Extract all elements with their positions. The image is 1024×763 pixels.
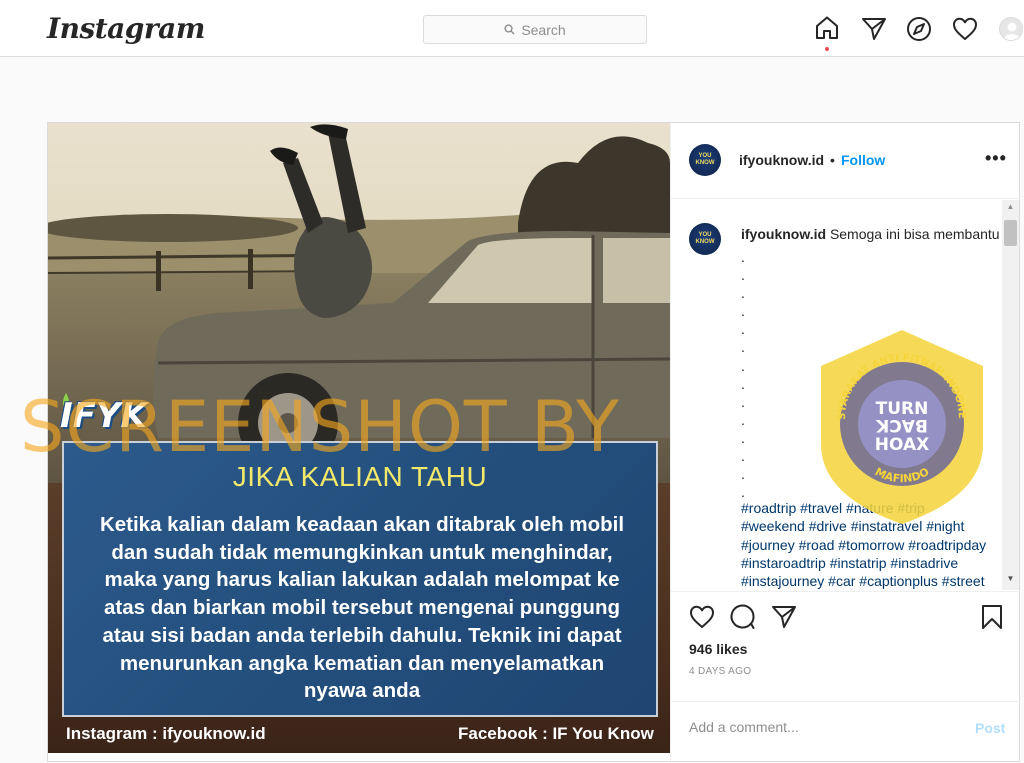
hashtag-line[interactable]: #roadtrip #travel #nature #trip xyxy=(741,499,1011,517)
caption-dot: . xyxy=(741,448,745,465)
post-image[interactable]: IFYK JIKA KALIAN TAHU Ketika kalian dala… xyxy=(48,123,670,753)
caption-dot: . xyxy=(741,393,745,410)
info-panel: JIKA KALIAN TAHU Ketika kalian dalam kea… xyxy=(62,441,658,717)
share-icon[interactable] xyxy=(771,604,797,630)
post-header: YOU KNOW ifyouknow.id • Follow ••• xyxy=(671,123,1020,199)
caption-dot: . xyxy=(741,285,745,302)
caption-dot: . xyxy=(741,357,745,374)
caption-dot: . xyxy=(741,466,745,483)
caption-text: Semoga ini bisa membantu xyxy=(829,226,1000,242)
caption-dot: . xyxy=(741,303,745,320)
caption-line: ifyouknow.id Semoga ini bisa membantu xyxy=(741,226,1000,242)
caption-dot: . xyxy=(741,411,745,428)
comment-icon[interactable] xyxy=(730,604,756,630)
user-silhouette-icon xyxy=(1004,22,1020,40)
caption-username[interactable]: ifyouknow.id xyxy=(741,226,826,242)
caption-dot: . xyxy=(741,339,745,356)
hashtag-line[interactable]: #weekend #drive #instatravel #night xyxy=(741,517,1011,535)
avatar-text-2: KNOW xyxy=(695,239,715,245)
caption-dot: . xyxy=(741,267,745,284)
post-timestamp[interactable]: 4 DAYS AGO xyxy=(689,666,751,677)
home-icon[interactable] xyxy=(814,15,840,41)
search-placeholder: Search xyxy=(521,21,566,38)
post-card: IFYK JIKA KALIAN TAHU Ketika kalian dala… xyxy=(47,122,1020,763)
caption-dots: . . . . . . . . . . . . . . xyxy=(741,248,755,501)
ifyk-brand-logo: IFYK xyxy=(60,396,147,436)
post-actions: 946 likes 4 DAYS AGO xyxy=(671,591,1020,701)
separator-dot: • xyxy=(830,152,835,168)
search-icon xyxy=(504,24,515,35)
scroll-thumb[interactable] xyxy=(1004,220,1017,246)
caption-dot: . xyxy=(741,249,745,265)
activity-heart-icon[interactable] xyxy=(952,16,978,42)
avatar-text-2: KNOW xyxy=(695,160,715,166)
follow-button[interactable]: Follow xyxy=(841,152,885,168)
search-input[interactable]: Search xyxy=(423,15,647,44)
instagram-credit: Instagram : ifyouknow.id xyxy=(66,724,266,743)
info-panel-title: JIKA KALIAN TAHU xyxy=(232,461,488,492)
caption-dot: . xyxy=(741,375,745,392)
notification-dot xyxy=(825,47,829,51)
direct-icon[interactable] xyxy=(861,16,887,42)
hashtag-block: #roadtrip #travel #nature #trip #weekend… xyxy=(741,499,1011,590)
comment-bar: Post xyxy=(671,701,1020,763)
like-count[interactable]: 946 likes xyxy=(689,641,747,657)
info-panel-body: Ketika kalian dalam keadaan akan ditabra… xyxy=(99,513,625,703)
like-icon[interactable] xyxy=(689,604,715,630)
caption-dot: . xyxy=(741,429,745,446)
caption-area[interactable]: YOU KNOW ifyouknow.id Semoga ini bisa me… xyxy=(671,200,1020,590)
post-comment-button[interactable]: Post xyxy=(975,720,1005,736)
author-username[interactable]: ifyouknow.id xyxy=(739,152,824,168)
hashtag-line[interactable]: #journey #road #tomorrow #roadtripday xyxy=(741,536,1011,554)
avatar-text-1: YOU xyxy=(698,232,712,238)
hashtag-line[interactable]: #instajourney #car #captionplus #street xyxy=(741,572,1011,590)
author-avatar[interactable]: YOU KNOW xyxy=(689,144,721,176)
top-nav: Instagram Search xyxy=(0,0,1024,57)
caption-scrollbar[interactable]: ▲ ▼ xyxy=(1002,200,1019,590)
save-icon[interactable] xyxy=(979,604,1005,630)
more-options-icon[interactable]: ••• xyxy=(985,148,1007,169)
profile-avatar[interactable] xyxy=(999,17,1023,41)
instagram-logo[interactable]: Instagram xyxy=(47,12,205,45)
post-sidebar: YOU KNOW ifyouknow.id • Follow ••• YOU K… xyxy=(670,123,1020,763)
caption-avatar[interactable]: YOU KNOW xyxy=(689,223,721,255)
caption-dot: . xyxy=(741,321,745,338)
scroll-down-arrow-icon[interactable]: ▼ xyxy=(1002,574,1019,583)
hashtag-line[interactable]: #instaroadtrip #instatrip #instadrive xyxy=(741,554,1011,572)
scroll-up-arrow-icon[interactable]: ▲ xyxy=(1002,202,1019,211)
avatar-text-1: YOU xyxy=(698,153,712,159)
comment-input[interactable] xyxy=(689,719,949,735)
explore-icon[interactable] xyxy=(906,16,932,42)
facebook-credit: Facebook : IF You Know xyxy=(458,724,654,743)
